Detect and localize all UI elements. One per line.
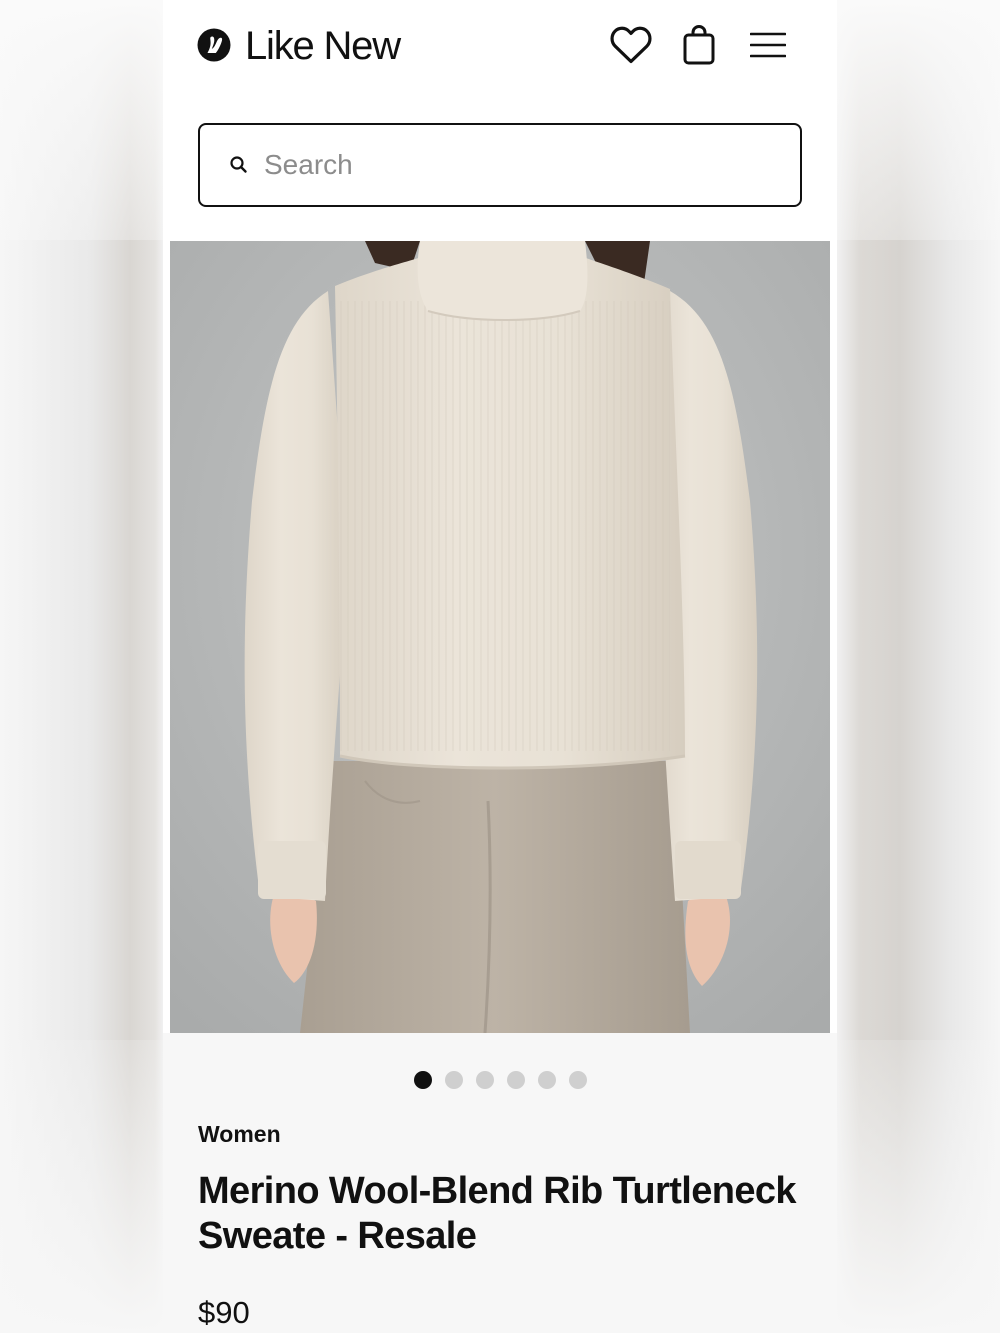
shopping-bag-icon bbox=[683, 24, 715, 65]
pagination-dot[interactable] bbox=[476, 1071, 494, 1089]
pagination-dot[interactable] bbox=[569, 1071, 587, 1089]
search-input[interactable] bbox=[264, 139, 784, 191]
site-header: Like New bbox=[163, 0, 837, 100]
product-title: Merino Wool-Blend Rib Turtleneck Sweate … bbox=[198, 1170, 797, 1257]
menu-button[interactable] bbox=[744, 20, 792, 70]
search-bar[interactable] bbox=[198, 123, 802, 207]
product-price: $90 bbox=[198, 1295, 250, 1330]
image-pagination bbox=[414, 1071, 587, 1089]
pagination-dot[interactable] bbox=[538, 1071, 556, 1089]
product-photo[interactable] bbox=[170, 241, 830, 1033]
pagination-dot[interactable] bbox=[414, 1071, 432, 1089]
heart-icon bbox=[610, 26, 652, 64]
brand-name[interactable]: Like New bbox=[245, 22, 401, 70]
product-details: Women Merino Wool-Blend Rib Turtleneck S… bbox=[163, 1033, 837, 1333]
pagination-dot[interactable] bbox=[445, 1071, 463, 1089]
pagination-dot[interactable] bbox=[507, 1071, 525, 1089]
lululemon-logo-icon[interactable] bbox=[197, 28, 231, 62]
shopping-bag-button[interactable] bbox=[675, 20, 723, 70]
menu-icon bbox=[750, 32, 786, 58]
search-icon bbox=[230, 156, 247, 173]
product-category: Women bbox=[198, 1121, 281, 1147]
product-page: Like New Search Women Merino Wool-Blend … bbox=[163, 0, 837, 1333]
wishlist-button[interactable] bbox=[607, 20, 655, 70]
product-photo-illustration bbox=[170, 241, 830, 1033]
